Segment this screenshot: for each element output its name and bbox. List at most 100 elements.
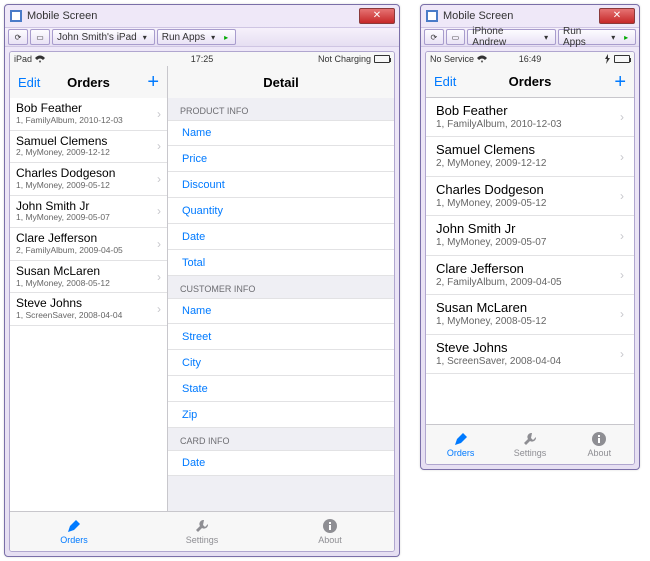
navbar: Edit Orders + [426,66,634,98]
order-name: Bob Feather [16,102,123,116]
chevron-right-icon: › [620,189,624,203]
order-row[interactable]: Susan McLaren1, MyMoney, 2008-05-12› [426,295,634,334]
app-icon [425,9,439,23]
tab-label: Settings [514,448,547,458]
ios-status-bar: No Service 16:49 [426,52,634,66]
order-row[interactable]: Clare Jefferson2, FamilyAlbum, 2009-04-0… [426,256,634,295]
order-row[interactable]: Susan McLaren1, MyMoney, 2008-05-12› [10,261,167,294]
device-selector[interactable]: iPhone Andrew▾ [467,29,556,45]
order-subtitle: 1, ScreenSaver, 2008-04-04 [436,356,561,368]
tab-label: Settings [186,535,219,545]
edit-button[interactable]: Edit [18,75,40,90]
order-name: John Smith Jr [436,222,546,237]
chevron-right-icon: › [620,150,624,164]
tab-settings[interactable]: Settings [138,512,266,551]
order-row[interactable]: Samuel Clemens2, MyMoney, 2009-12-12› [10,131,167,164]
order-subtitle: 1, MyMoney, 2008-05-12 [16,279,110,289]
order-row[interactable]: Samuel Clemens2, MyMoney, 2009-12-12› [426,137,634,176]
detail-section-header: CUSTOMER INFO [168,276,394,298]
order-name: Susan McLaren [16,265,110,279]
order-row[interactable]: Clare Jefferson2, FamilyAlbum, 2009-04-0… [10,228,167,261]
detail-field-row[interactable]: Date [168,450,394,476]
chevron-right-icon: › [157,237,161,251]
tab-settings[interactable]: Settings [495,425,564,464]
device-icon: ▭ [450,32,460,42]
toolbar-btn-2[interactable]: ▭ [446,29,466,45]
play-icon: ▸ [221,32,231,42]
detail-field-row[interactable]: State [168,376,394,402]
close-button[interactable]: ✕ [599,8,635,24]
tab-orders[interactable]: Orders [10,512,138,551]
tab-bar: Orders Settings About [426,424,634,464]
close-button[interactable]: ✕ [359,8,395,24]
orders-list[interactable]: Bob Feather1, FamilyAlbum, 2010-12-03›Sa… [426,98,634,424]
detail-field-row[interactable]: Street [168,324,394,350]
detail-navbar: Detail [168,66,394,98]
run-apps-label: Run Apps [563,26,605,48]
device-icon: ▭ [35,32,45,42]
detail-field-row[interactable]: Total [168,250,394,276]
run-apps-button[interactable]: Run Apps▾▸ [157,29,236,45]
order-name: Clare Jefferson [16,232,123,246]
refresh-icon: ⟳ [429,32,439,42]
device-selector[interactable]: John Smith's iPad▾ [52,29,155,45]
status-time: 17:25 [10,54,394,64]
order-row[interactable]: Steve Johns1, ScreenSaver, 2008-04-04› [426,335,634,374]
run-apps-label: Run Apps [162,32,205,43]
nav-title: Orders [426,74,634,89]
chevron-right-icon: › [620,229,624,243]
add-button[interactable]: + [614,72,626,92]
order-subtitle: 1, FamilyAlbum, 2010-12-03 [16,116,123,126]
detail-field-row[interactable]: Price [168,146,394,172]
detail-field-row[interactable]: Date [168,224,394,250]
toolbar-btn-1[interactable]: ⟳ [8,29,28,45]
detail-section-header: PRODUCT INFO [168,98,394,120]
detail-panel[interactable]: PRODUCT INFONamePriceDiscountQuantityDat… [168,98,394,511]
device-screen-iphone: No Service 16:49 Edit Orders + Bob Feath… [425,51,635,465]
window-title: Mobile Screen [443,10,599,22]
detail-field-row[interactable]: Discount [168,172,394,198]
tab-label: Orders [60,535,88,545]
detail-field-row[interactable]: City [168,350,394,376]
battery-icon [374,55,390,63]
chevron-right-icon: › [620,110,624,124]
order-row[interactable]: John Smith Jr1, MyMoney, 2009-05-07 › [426,216,634,255]
refresh-icon: ⟳ [13,32,23,42]
chevron-right-icon: › [620,307,624,321]
app-icon [9,9,23,23]
detail-field-row[interactable]: Zip [168,402,394,428]
order-row[interactable]: Bob Feather1, FamilyAlbum, 2010-12-03› [10,98,167,131]
edit-button[interactable]: Edit [434,74,456,89]
window-title: Mobile Screen [27,10,359,22]
titlebar[interactable]: Mobile Screen ✕ [421,5,639,27]
order-subtitle: 1, MyMoney, 2009-05-12 [436,198,546,210]
tab-orders[interactable]: Orders [426,425,495,464]
detail-field-row[interactable]: Name [168,298,394,324]
order-row[interactable]: Charles Dodgeson1, MyMoney, 2009-05-12› [426,177,634,216]
tab-about[interactable]: About [266,512,394,551]
order-subtitle: 1, MyMoney, 2009-05-07 [16,213,110,223]
tab-label: Orders [447,448,475,458]
toolbar-btn-1[interactable]: ⟳ [424,29,444,45]
status-time: 16:49 [426,54,634,64]
order-row[interactable]: Bob Feather1, FamilyAlbum, 2010-12-03› [426,98,634,137]
detail-title: Detail [168,75,394,90]
order-name: Samuel Clemens [436,143,546,158]
titlebar[interactable]: Mobile Screen ✕ [5,5,399,27]
order-subtitle: 1, MyMoney, 2009-05-07 [436,237,546,249]
order-subtitle: 2, FamilyAlbum, 2009-04-05 [436,277,562,289]
order-row[interactable]: Steve Johns1, ScreenSaver, 2008-04-04› [10,293,167,326]
run-apps-button[interactable]: Run Apps▾▸ [558,29,636,45]
detail-field-row[interactable]: Name [168,120,394,146]
chevron-down-icon: ▾ [541,32,551,42]
add-button[interactable]: + [147,72,159,92]
toolbar-btn-2[interactable]: ▭ [30,29,50,45]
order-name: Steve Johns [436,341,561,356]
tab-about[interactable]: About [565,425,634,464]
order-row[interactable]: Charles Dodgeson1, MyMoney, 2009-05-12› [10,163,167,196]
order-row[interactable]: John Smith Jr1, MyMoney, 2009-05-07› [10,196,167,229]
detail-field-row[interactable]: Quantity [168,198,394,224]
device-selector-label: iPhone Andrew [472,26,538,48]
order-subtitle: 1, MyMoney, 2008-05-12 [436,316,546,328]
order-subtitle: 2, MyMoney, 2009-12-12 [16,148,110,158]
